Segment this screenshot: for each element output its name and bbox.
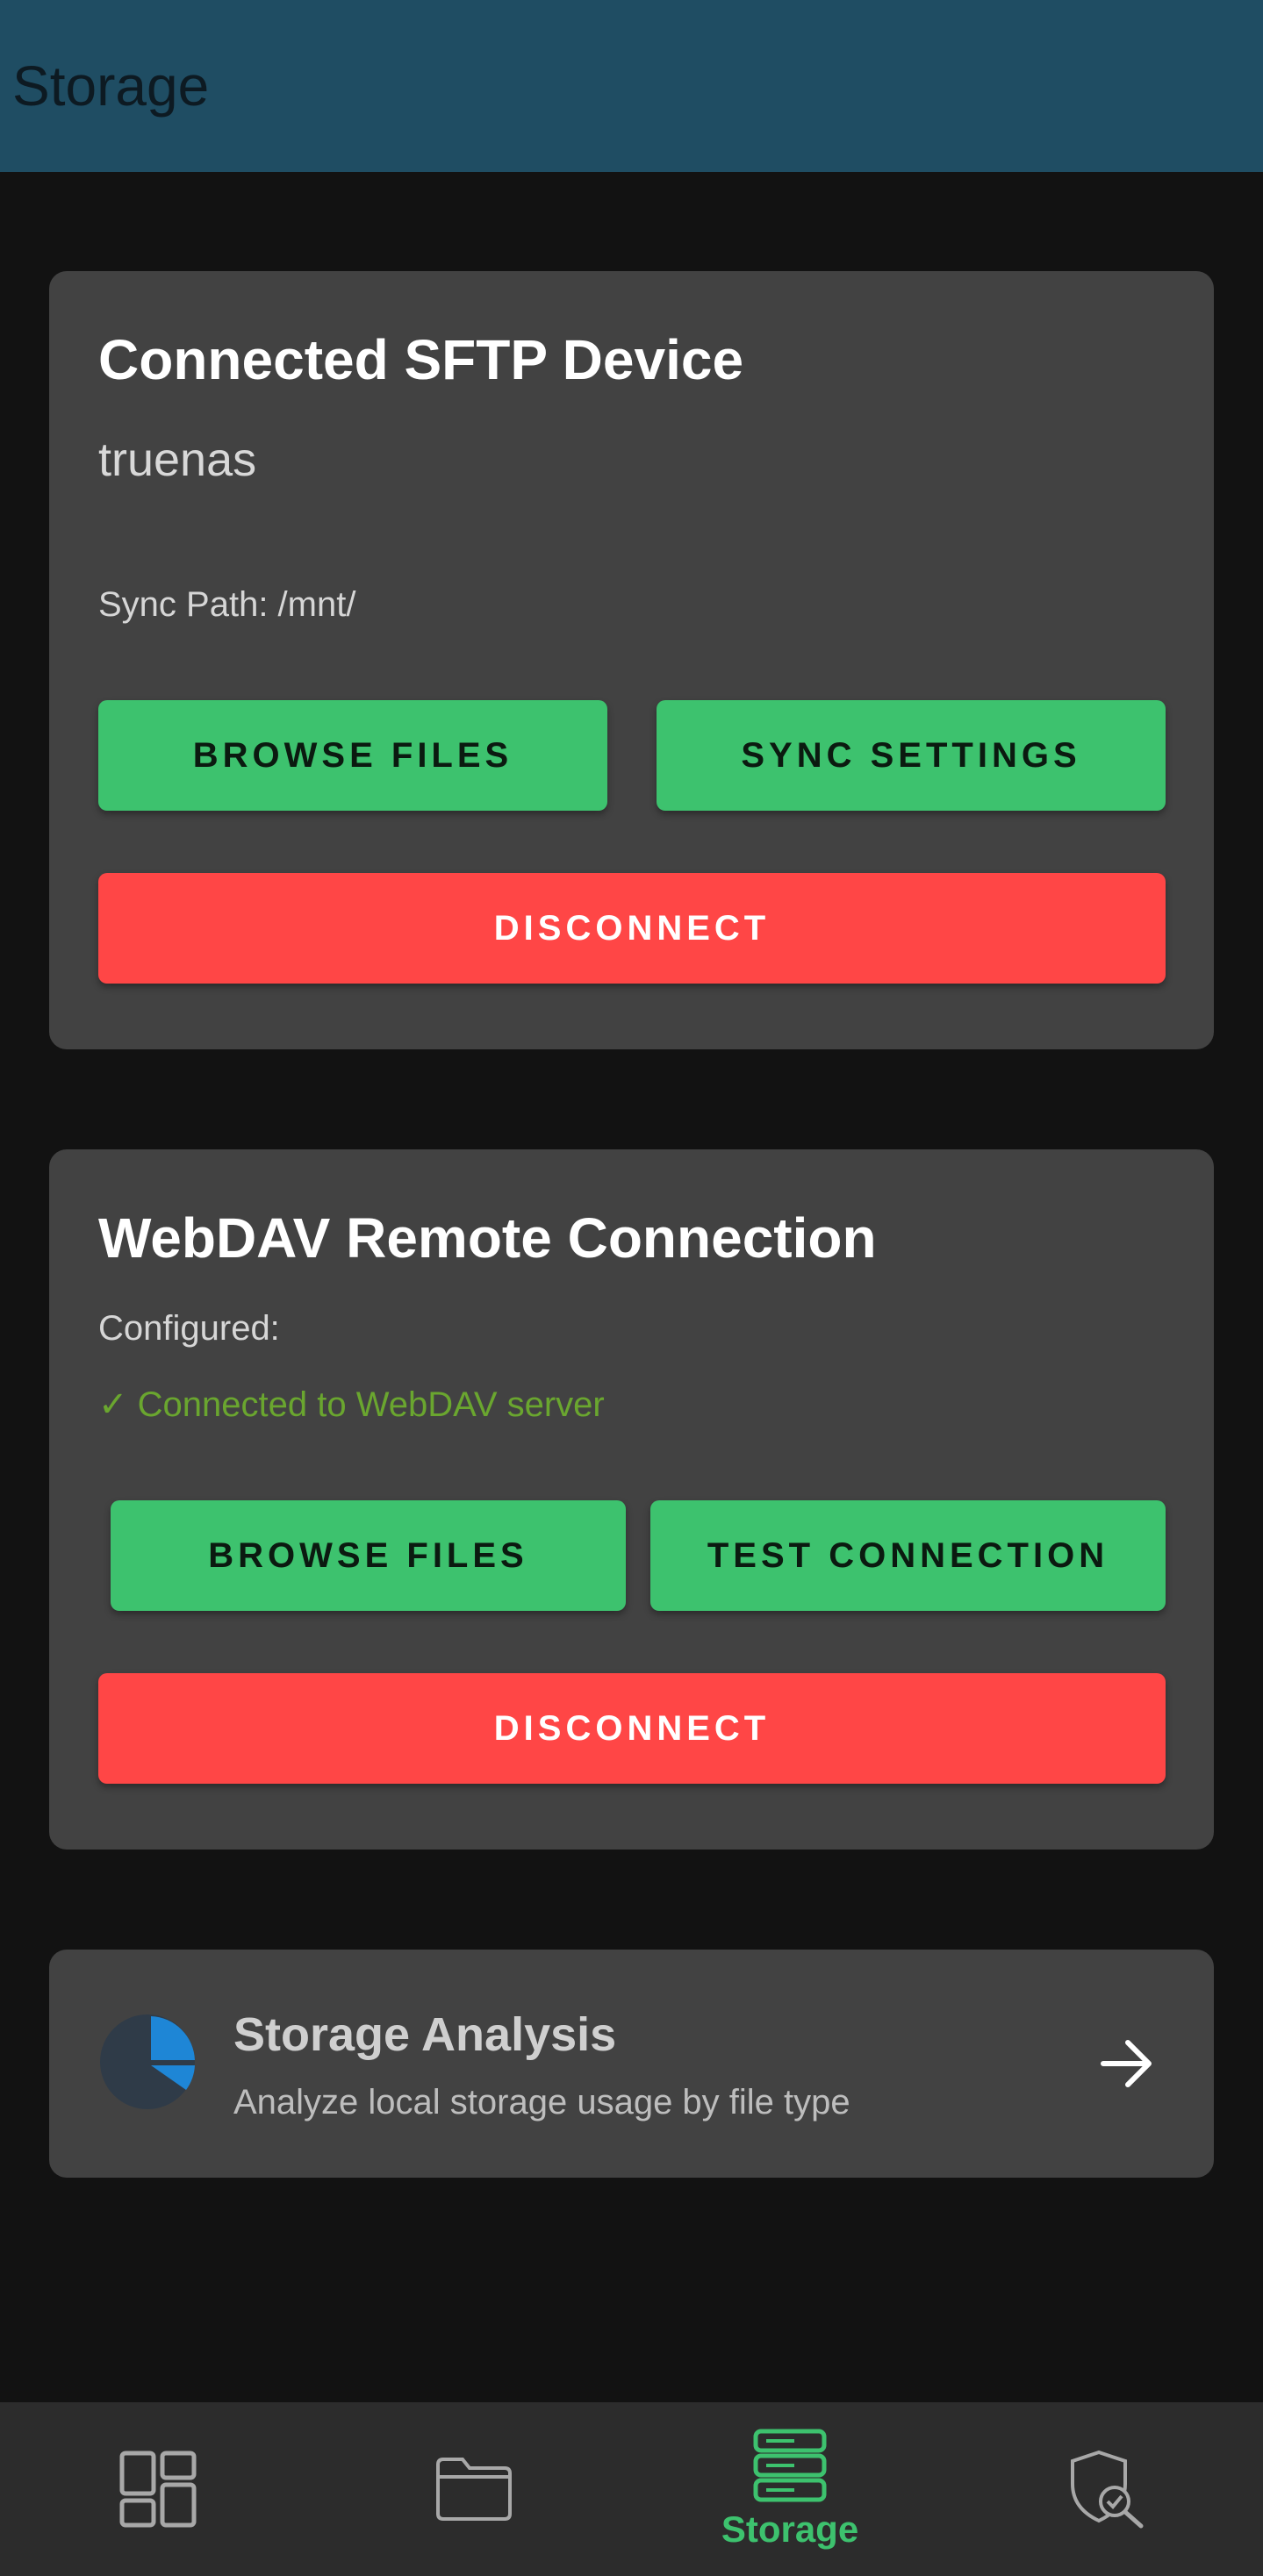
security-scan-icon: [1071, 2450, 1144, 2529]
nav-item-dashboard[interactable]: [26, 2402, 290, 2576]
app-bar: Storage: [0, 0, 1263, 172]
sftp-sync-settings-button[interactable]: SYNC SETTINGS: [657, 700, 1166, 811]
webdav-configured-label: Configured:: [98, 1309, 280, 1348]
sftp-device-name: truenas: [98, 433, 257, 486]
webdav-connection-status: ✓ Connected to WebDAV server: [98, 1385, 605, 1424]
storage-analysis-description: Analyze local storage usage by file type: [233, 2083, 850, 2122]
dashboard-icon: [119, 2451, 197, 2528]
storage-icon: [753, 2429, 827, 2502]
sftp-device-card: Connected SFTP Device truenas Sync Path:…: [49, 271, 1214, 1049]
storage-analysis-card[interactable]: Storage Analysis Analyze local storage u…: [49, 1950, 1214, 2178]
webdav-disconnect-button[interactable]: DISCONNECT: [98, 1673, 1166, 1784]
nav-item-security[interactable]: [974, 2402, 1238, 2576]
nav-label-storage: Storage: [721, 2508, 859, 2550]
pie-chart-icon: [100, 2014, 195, 2109]
webdav-card-title: WebDAV Remote Connection: [98, 1206, 877, 1270]
folder-icon: [436, 2458, 512, 2521]
arrow-right-icon[interactable]: [1098, 2034, 1158, 2093]
webdav-connection-card: WebDAV Remote Connection Configured: ✓ C…: [49, 1149, 1214, 1850]
webdav-test-connection-button[interactable]: TEST CONNECTION: [650, 1500, 1166, 1611]
storage-analysis-title: Storage Analysis: [233, 2008, 617, 2061]
sftp-card-title: Connected SFTP Device: [98, 328, 744, 391]
sftp-browse-files-button[interactable]: BROWSE FILES: [98, 700, 607, 811]
bottom-navigation: Storage: [0, 2402, 1263, 2576]
page-title: Storage: [12, 54, 210, 118]
nav-item-files[interactable]: [342, 2402, 606, 2576]
webdav-browse-files-button[interactable]: BROWSE FILES: [111, 1500, 626, 1611]
sftp-disconnect-button[interactable]: DISCONNECT: [98, 873, 1166, 984]
nav-item-storage[interactable]: Storage: [658, 2402, 922, 2576]
sftp-sync-path: Sync Path: /mnt/: [98, 585, 356, 624]
